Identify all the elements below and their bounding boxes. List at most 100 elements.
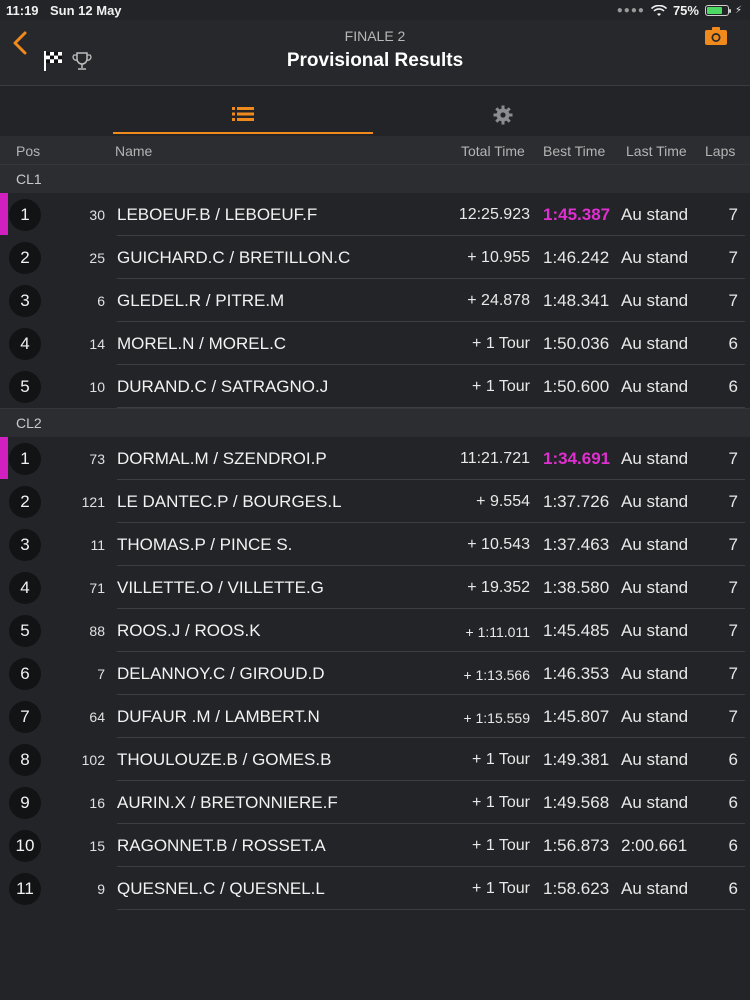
camera-icon[interactable] bbox=[704, 26, 728, 46]
wifi-icon bbox=[650, 4, 667, 16]
last-time: Au stand bbox=[621, 793, 689, 812]
class-header: CL2 bbox=[0, 408, 750, 437]
total-time: + 1 Tour bbox=[472, 880, 530, 897]
last-time: Au stand bbox=[621, 334, 689, 353]
position-badge: 1 bbox=[9, 443, 41, 475]
car-number: 6 bbox=[97, 293, 105, 309]
status-time: 11:19 bbox=[6, 3, 39, 18]
car-number: 88 bbox=[89, 623, 105, 639]
results-table: CL1 1 30 LEBOEUF.B / LEBOEUF.F 12:25.923 1:45… bbox=[0, 164, 750, 910]
laps-count: 7 bbox=[728, 621, 738, 640]
best-time: 1:46.353 bbox=[543, 664, 610, 683]
best-time: 1:45.807 bbox=[543, 707, 610, 726]
car-number: 15 bbox=[89, 838, 105, 854]
last-time: Au stand bbox=[621, 707, 689, 726]
last-time: Au stand bbox=[621, 578, 689, 597]
best-time: 1:50.036 bbox=[543, 334, 610, 353]
total-time: + 1:11.011 bbox=[465, 624, 530, 640]
position-badge: 7 bbox=[9, 701, 41, 733]
laps-count: 7 bbox=[728, 449, 738, 468]
car-number: 71 bbox=[89, 580, 105, 596]
result-row[interactable]: 2 25 GUICHARD.C / BRETILLON.C + 10.955 1:46.… bbox=[0, 236, 750, 279]
result-row[interactable]: 2 121 LE DANTEC.P / BOURGES.L + 9.554 1:37.7… bbox=[0, 480, 750, 523]
result-row[interactable]: 3 6 GLEDEL.R / PITRE.M + 24.878 1:48.341 Au s… bbox=[0, 279, 750, 322]
col-name: Name bbox=[115, 143, 153, 159]
driver-names: QUESNEL.C / QUESNEL.L bbox=[117, 879, 325, 898]
car-number: 25 bbox=[89, 250, 105, 266]
result-row[interactable]: 10 15 RAGONNET.B / ROSSET.A + 1 Tour 1:56.87… bbox=[0, 824, 750, 867]
laps-count: 6 bbox=[728, 836, 738, 855]
last-time: Au stand bbox=[621, 205, 689, 224]
last-time: Au stand bbox=[621, 377, 689, 396]
result-row[interactable]: 3 11 THOMAS.P / PINCE S. + 10.543 1:37.463 Au… bbox=[0, 523, 750, 566]
result-row[interactable]: 11 9 QUESNEL.C / QUESNEL.L + 1 Tour 1:58.623… bbox=[0, 867, 750, 910]
laps-count: 7 bbox=[728, 492, 738, 511]
best-time: 1:50.600 bbox=[543, 377, 610, 396]
cellular-dots-icon: ●●●● bbox=[616, 5, 645, 16]
result-row[interactable]: 7 64 DUFAUR .M / LAMBERT.N + 1:15.559 1:45.8… bbox=[0, 695, 750, 738]
laps-count: 7 bbox=[728, 578, 738, 597]
header: FINALE 2 Provisional Results bbox=[0, 20, 750, 86]
session-subtitle: FINALE 2 bbox=[344, 28, 406, 44]
result-row[interactable]: 5 88 ROOS.J / ROOS.K + 1:11.011 1:45.485 Au s… bbox=[0, 609, 750, 652]
result-row[interactable]: 5 10 DURAND.C / SATRAGNO.J + 1 Tour 1:50.600… bbox=[0, 365, 750, 408]
column-header: Pos Name Total Time Best Time Last Time … bbox=[0, 136, 750, 164]
laps-count: 6 bbox=[728, 334, 738, 353]
position-badge: 6 bbox=[9, 658, 41, 690]
driver-names: VILLETTE.O / VILLETTE.G bbox=[117, 578, 324, 597]
position-badge: 4 bbox=[9, 328, 41, 360]
driver-names: THOMAS.P / PINCE S. bbox=[117, 535, 293, 554]
car-number: 11 bbox=[90, 537, 105, 553]
total-time: + 10.543 bbox=[467, 536, 530, 553]
laps-count: 6 bbox=[728, 750, 738, 769]
driver-names: GLEDEL.R / PITRE.M bbox=[117, 291, 285, 310]
class-header: CL1 bbox=[0, 164, 750, 193]
result-row[interactable]: 1 73 DORMAL.M / SZENDROI.P 11:21.721 1:34.69… bbox=[0, 437, 750, 480]
driver-names: DELANNOY.C / GIROUD.D bbox=[117, 664, 325, 683]
laps-count: 7 bbox=[728, 707, 738, 726]
driver-names: DUFAUR .M / LAMBERT.N bbox=[117, 707, 320, 726]
tab-settings[interactable] bbox=[373, 96, 633, 134]
list-icon bbox=[232, 107, 254, 121]
last-time: Au stand bbox=[621, 664, 689, 683]
best-time: 1:49.381 bbox=[543, 750, 610, 769]
car-number: 121 bbox=[81, 494, 105, 510]
driver-names: ROOS.J / ROOS.K bbox=[117, 621, 261, 640]
last-time: Au stand bbox=[621, 621, 689, 640]
total-time: + 1 Tour bbox=[472, 837, 530, 854]
fastest-lap-marker bbox=[0, 437, 8, 479]
car-number: 14 bbox=[89, 336, 105, 352]
last-time: Au stand bbox=[621, 492, 689, 511]
gear-icon bbox=[493, 105, 513, 125]
result-row[interactable]: 6 7 DELANNOY.C / GIROUD.D + 1:13.566 1:46.35… bbox=[0, 652, 750, 695]
laps-count: 7 bbox=[728, 205, 738, 224]
best-time: 1:49.568 bbox=[543, 793, 610, 812]
position-badge: 3 bbox=[9, 285, 41, 317]
result-row[interactable]: 1 30 LEBOEUF.B / LEBOEUF.F 12:25.923 1:45.38… bbox=[0, 193, 750, 236]
car-number: 16 bbox=[89, 795, 105, 811]
page-title: Provisional Results bbox=[286, 50, 464, 71]
result-row[interactable]: 8 102 THOULOUZE.B / GOMES.B + 1 Tour 1:49.38… bbox=[0, 738, 750, 781]
driver-names: LEBOEUF.B / LEBOEUF.F bbox=[117, 205, 318, 224]
best-time: 1:56.873 bbox=[543, 836, 610, 855]
best-time: 1:45.485 bbox=[543, 621, 610, 640]
position-badge: 5 bbox=[9, 371, 41, 403]
total-time: + 24.878 bbox=[467, 292, 530, 309]
position-badge: 11 bbox=[9, 873, 41, 905]
position-badge: 8 bbox=[9, 744, 41, 776]
result-row[interactable]: 4 71 VILLETTE.O / VILLETTE.G + 19.352 1:38.5… bbox=[0, 566, 750, 609]
car-number: 102 bbox=[81, 752, 105, 768]
position-badge: 3 bbox=[9, 529, 41, 561]
battery-percent: 75% bbox=[672, 3, 699, 18]
tab-results-list[interactable] bbox=[113, 96, 373, 134]
result-row[interactable]: 4 14 MOREL.N / MOREL.C + 1 Tour 1:50.036 Au s… bbox=[0, 322, 750, 365]
laps-count: 6 bbox=[728, 793, 738, 812]
best-time: 1:34.691 bbox=[543, 449, 611, 468]
total-time: + 1:15.559 bbox=[463, 710, 530, 726]
status-date: Sun 12 May bbox=[50, 3, 122, 18]
driver-names: MOREL.N / MOREL.C bbox=[117, 334, 287, 353]
result-row[interactable]: 9 16 AURIN.X / BRETONNIERE.F + 1 Tour 1:49.5… bbox=[0, 781, 750, 824]
position-badge: 2 bbox=[9, 486, 41, 518]
laps-count: 7 bbox=[728, 291, 738, 310]
charging-icon: ⚡ bbox=[734, 5, 742, 16]
